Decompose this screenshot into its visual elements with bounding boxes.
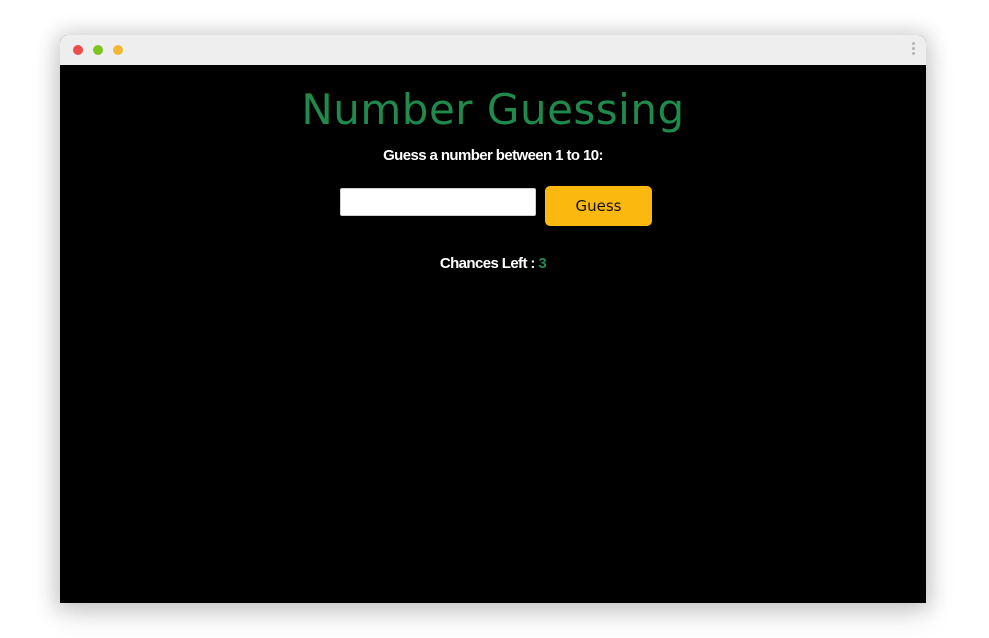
- chances-count: 3: [538, 255, 547, 272]
- page-title: Number Guessing: [301, 85, 685, 134]
- browser-window: Number Guessing Guess a number between 1…: [60, 35, 926, 603]
- page-content: Number Guessing Guess a number between 1…: [60, 65, 926, 603]
- chances-label: Chances Left :: [439, 255, 539, 272]
- instruction-text: Guess a number between 1 to 10:: [383, 147, 603, 164]
- browser-title-bar: [60, 35, 926, 65]
- minimize-dot-icon[interactable]: [93, 45, 103, 55]
- chances-left: Chances Left : 3: [60, 255, 926, 272]
- kebab-menu-icon[interactable]: [912, 42, 916, 58]
- guess-input[interactable]: [340, 188, 536, 216]
- maximize-dot-icon[interactable]: [113, 45, 123, 55]
- guess-button[interactable]: Guess: [545, 186, 652, 226]
- close-dot-icon[interactable]: [73, 45, 83, 55]
